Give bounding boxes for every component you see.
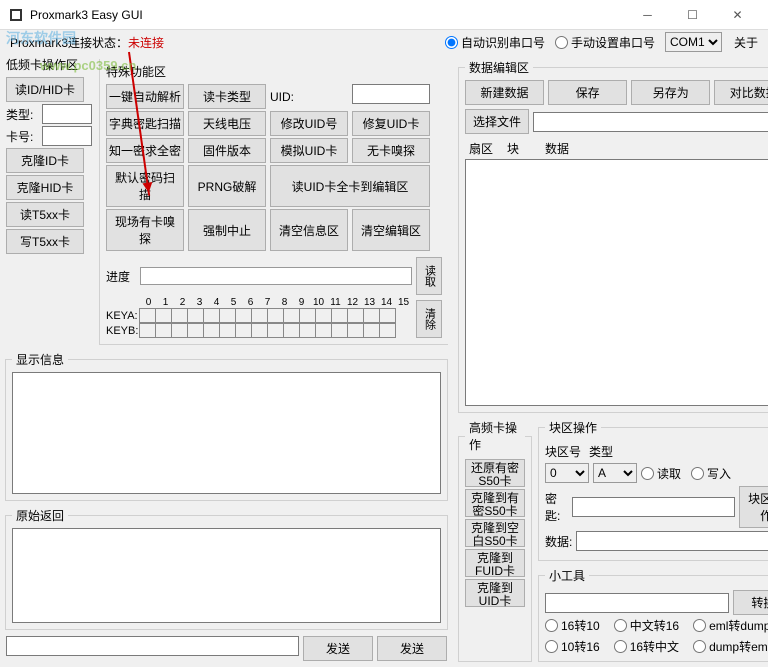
conv-dump-eml-radio[interactable]: dump转eml bbox=[693, 638, 768, 655]
firmware-version-button[interactable]: 固件版本 bbox=[188, 138, 266, 163]
about-link[interactable]: 关于 bbox=[734, 34, 758, 51]
uid-label: UID: bbox=[270, 84, 348, 109]
block-type-select[interactable]: A bbox=[593, 463, 637, 483]
block-op-button[interactable]: 块区操作 bbox=[739, 486, 768, 528]
force-stop-button[interactable]: 强制中止 bbox=[188, 209, 266, 251]
block-read-radio[interactable]: 读取 bbox=[641, 465, 681, 482]
default-pwd-scan-button[interactable]: 默认密码扫描 bbox=[106, 165, 184, 207]
close-button[interactable]: ✕ bbox=[715, 0, 760, 30]
one-key-parse-button[interactable]: 一键自动解析 bbox=[106, 84, 184, 109]
type-input[interactable] bbox=[42, 104, 92, 124]
type-label: 类型: bbox=[6, 106, 40, 123]
antenna-voltage-button[interactable]: 天线电压 bbox=[188, 111, 266, 136]
restore-s50-button[interactable]: 还原有密S50卡 bbox=[465, 459, 525, 487]
progress-bar bbox=[140, 267, 412, 285]
clear-edit-button[interactable]: 清空编辑区 bbox=[352, 209, 430, 251]
modify-uid-button[interactable]: 修改UID号 bbox=[270, 111, 348, 136]
keyb-cells bbox=[140, 323, 396, 338]
conv-eml-dump-radio[interactable]: eml转dump bbox=[693, 617, 768, 634]
compare-data-button[interactable]: 对比数据 bbox=[714, 80, 768, 105]
conv-16-10-radio[interactable]: 16转10 bbox=[545, 617, 600, 634]
prng-crack-button[interactable]: PRNG破解 bbox=[188, 165, 266, 207]
clear-info-button[interactable]: 清空信息区 bbox=[270, 209, 348, 251]
keya-cells bbox=[140, 308, 396, 323]
conv-cn-16-radio[interactable]: 中文转16 bbox=[614, 617, 679, 634]
send-button-2[interactable]: 发送 bbox=[377, 636, 447, 661]
minimize-button[interactable]: ─ bbox=[625, 0, 670, 30]
block-key-label: 密匙: bbox=[545, 490, 568, 524]
clone-uid-button[interactable]: 克隆到UID卡 bbox=[465, 579, 525, 607]
field-sniff-button[interactable]: 现场有卡嗅探 bbox=[106, 209, 184, 251]
conv-16-cn-radio[interactable]: 16转中文 bbox=[614, 638, 679, 655]
read-id-hid-button[interactable]: 读ID/HID卡 bbox=[6, 77, 84, 102]
read-t5xx-button[interactable]: 读T5xx卡 bbox=[6, 202, 84, 227]
block-data-input[interactable] bbox=[576, 531, 768, 551]
data-edit-title: 数据编辑区 bbox=[465, 59, 533, 76]
card-input[interactable] bbox=[42, 126, 92, 146]
clear-keys-button[interactable]: 清除 bbox=[416, 300, 442, 338]
save-button[interactable]: 保存 bbox=[548, 80, 627, 105]
key-col-header: 0123456789101112131415 bbox=[140, 297, 412, 308]
data-headers: 扇区 块 数据 bbox=[465, 138, 768, 159]
display-info-title: 显示信息 bbox=[12, 351, 68, 368]
window-title: Proxmark3 Easy GUI bbox=[30, 8, 625, 22]
keyb-label: KEYB: bbox=[106, 325, 140, 337]
block-type-label: 类型 bbox=[589, 443, 625, 460]
convert-input[interactable] bbox=[545, 593, 729, 613]
write-t5xx-button[interactable]: 写T5xx卡 bbox=[6, 229, 84, 254]
block-key-input[interactable] bbox=[572, 497, 735, 517]
special-title: 特殊功能区 bbox=[106, 63, 442, 80]
new-data-button[interactable]: 新建数据 bbox=[465, 80, 544, 105]
read-card-type-button[interactable]: 读卡类型 bbox=[188, 84, 266, 109]
raw-return-title: 原始返回 bbox=[12, 507, 68, 524]
conv-10-16-radio[interactable]: 10转16 bbox=[545, 638, 600, 655]
manual-port-radio[interactable]: 手动设置串口号 bbox=[555, 34, 655, 51]
tools-title: 小工具 bbox=[545, 567, 589, 584]
clone-id-button[interactable]: 克隆ID卡 bbox=[6, 148, 84, 173]
clone-s50-pwd-button[interactable]: 克隆到有密S50卡 bbox=[465, 489, 525, 517]
simulate-uid-button[interactable]: 模拟UID卡 bbox=[270, 138, 348, 163]
convert-button[interactable]: 转换 bbox=[733, 590, 768, 615]
com-port-select[interactable]: COM1 bbox=[665, 32, 722, 52]
block-ops-title: 块区操作 bbox=[545, 419, 601, 436]
connection-status: Proxmark3连接状态：未连接 bbox=[10, 34, 164, 51]
file-path-input[interactable] bbox=[533, 112, 768, 132]
auto-port-radio[interactable]: 自动识别串口号 bbox=[445, 34, 545, 51]
send-button-1[interactable]: 发送 bbox=[303, 636, 373, 661]
block-no-select[interactable]: 0 bbox=[545, 463, 589, 483]
data-list[interactable] bbox=[465, 159, 768, 406]
clone-hid-button[interactable]: 克隆HID卡 bbox=[6, 175, 84, 200]
raw-return-textarea[interactable] bbox=[12, 528, 441, 623]
read-uid-full-button[interactable]: 读UID卡全卡到编辑区 bbox=[270, 165, 430, 207]
block-write-radio[interactable]: 写入 bbox=[691, 465, 731, 482]
app-icon bbox=[8, 7, 24, 23]
fix-uid-button[interactable]: 修复UID卡 bbox=[352, 111, 430, 136]
send-command-input[interactable] bbox=[6, 636, 299, 656]
display-info-textarea[interactable] bbox=[12, 372, 441, 494]
clone-s50-blank-button[interactable]: 克隆到空白S50卡 bbox=[465, 519, 525, 547]
save-as-button[interactable]: 另存为 bbox=[631, 80, 710, 105]
no-card-sniff-button[interactable]: 无卡嗅探 bbox=[352, 138, 430, 163]
select-file-button[interactable]: 选择文件 bbox=[465, 109, 529, 134]
block-no-label: 块区号 bbox=[545, 443, 585, 460]
progress-label: 进度 bbox=[106, 268, 136, 285]
card-label: 卡号: bbox=[6, 128, 40, 145]
uid-input[interactable] bbox=[352, 84, 430, 104]
low-ops-title: 低频卡操作区 bbox=[6, 56, 92, 73]
dict-key-scan-button[interactable]: 字典密匙扫描 bbox=[106, 111, 184, 136]
maximize-button[interactable]: ☐ bbox=[670, 0, 715, 30]
keya-label: KEYA: bbox=[106, 310, 140, 322]
know-one-key-button[interactable]: 知一密求全密 bbox=[106, 138, 184, 163]
hf-ops-title: 高频卡操作 bbox=[465, 419, 525, 453]
read-keys-button[interactable]: 读取 bbox=[416, 257, 442, 295]
block-data-label: 数据: bbox=[545, 533, 572, 550]
clone-fuid-button[interactable]: 克隆到FUID卡 bbox=[465, 549, 525, 577]
